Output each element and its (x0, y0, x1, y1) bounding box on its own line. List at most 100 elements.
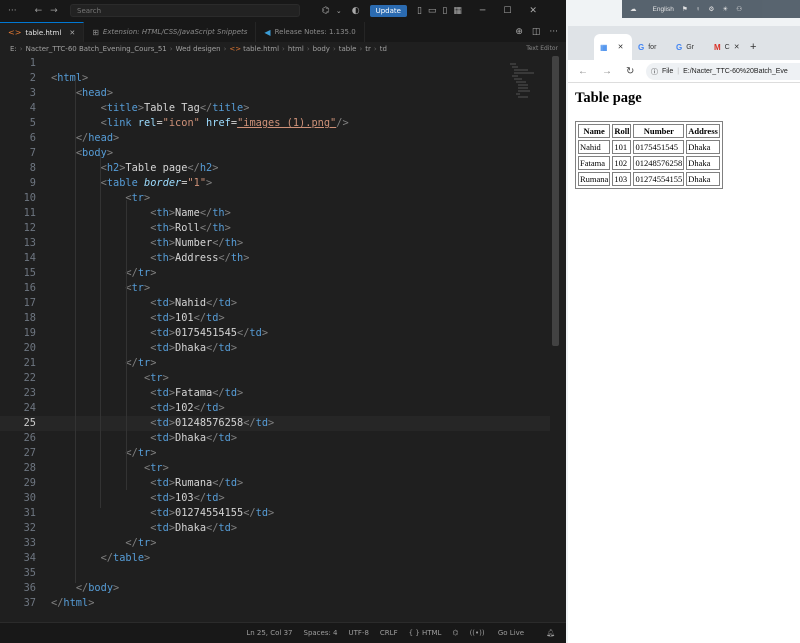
code-line[interactable]: 4 <title>Table Tag</title> (0, 101, 550, 116)
people-icon[interactable]: ⚇ (736, 5, 742, 13)
language-mode[interactable]: { } HTML (409, 629, 442, 637)
copilot-status-icon[interactable]: ⌬ (452, 629, 458, 637)
go-live-button[interactable]: ((•)) Go Live (470, 629, 536, 637)
code-line[interactable]: 24 <td>102</td> (0, 401, 550, 416)
code-line[interactable]: 22 <tr> (0, 371, 550, 386)
code-line[interactable]: 3 <head> (0, 86, 550, 101)
back-icon[interactable]: ← (578, 66, 588, 77)
flag-icon[interactable]: ⚑ (682, 5, 688, 13)
breadcrumb-item[interactable]: Wed desigen (176, 45, 221, 53)
browser-tab-google[interactable]: G for (638, 34, 656, 60)
tab-table-html[interactable]: <> table.html ✕ (0, 22, 85, 42)
menu-icon[interactable]: ··· (8, 6, 17, 16)
chevron-down-icon[interactable]: ⌄ (336, 7, 342, 15)
browser-tab-gmail[interactable]: M C ✕ (714, 34, 740, 60)
code-line[interactable]: 12 <th>Roll</th> (0, 221, 550, 236)
code-line[interactable]: 34 </table> (0, 551, 550, 566)
code-line[interactable]: 26 <td>Dhaka</td> (0, 431, 550, 446)
breadcrumb-item[interactable]: td (380, 45, 387, 53)
code-editor[interactable]: 1 2 <html> 3 <head> 4 <title>Table Tag</titl… (0, 56, 566, 622)
browser-tab-current[interactable]: ▦ ✕ (594, 34, 632, 60)
code-line[interactable]: 9 <table border="1"> (0, 176, 550, 191)
close-tab-icon[interactable]: ✕ (618, 43, 624, 51)
forward-icon[interactable]: → (602, 66, 612, 77)
breadcrumb-item[interactable]: table (339, 45, 357, 53)
code-line[interactable]: 8 <h2>Table page</h2> (0, 161, 550, 176)
toggle-secondary-sidebar-icon[interactable]: ▯ (442, 6, 447, 16)
code-line[interactable]: 36 </body> (0, 581, 550, 596)
reload-icon[interactable]: ↻ (626, 66, 634, 77)
tab-release-notes[interactable]: ◀ Release Notes: 1.135.0 (256, 22, 365, 42)
forward-arrow-icon[interactable]: → (50, 6, 58, 16)
breadcrumb-item[interactable]: html (288, 45, 304, 53)
breadcrumb-item[interactable]: tr (365, 45, 371, 53)
code-line[interactable]: 13 <th>Number</th> (0, 236, 550, 251)
code-line[interactable]: 31 <td>01274554155</td> (0, 506, 550, 521)
breadcrumb-item[interactable]: Nacter_TTC-60 Batch_Evening_Cours_51 (26, 45, 167, 53)
cursor-position[interactable]: Ln 25, Col 37 (246, 629, 292, 637)
breadcrumb-item[interactable]: E: (10, 45, 17, 53)
code-line[interactable]: 35 (0, 566, 550, 581)
accounts-icon[interactable]: ◐ (352, 6, 360, 16)
breadcrumb-item[interactable]: table.html (243, 45, 279, 53)
code-line[interactable]: 1 (0, 56, 550, 71)
encoding[interactable]: UTF-8 (349, 629, 369, 637)
toggle-panel-icon[interactable]: ▭ (428, 6, 437, 16)
command-search-input[interactable]: Search (70, 4, 300, 17)
maximize-icon[interactable]: ☐ (503, 6, 511, 16)
code-line[interactable]: 32 <td>Dhaka</td> (0, 521, 550, 536)
new-tab-button[interactable]: + (750, 34, 756, 60)
line-number: 13 (23, 237, 36, 249)
breadcrumb-item[interactable]: body (313, 45, 330, 53)
code-text: <td>Rumana</td> (150, 477, 244, 489)
code-line[interactable]: 2 <html> (0, 71, 550, 86)
code-line[interactable]: 10 <tr> (0, 191, 550, 206)
language-indicator[interactable]: English (653, 6, 674, 13)
code-line[interactable]: 17 <td>Nahid</td> (0, 296, 550, 311)
code-line[interactable]: 25 <td>01248576258</td> (0, 416, 550, 431)
code-line[interactable]: 33 </tr> (0, 536, 550, 551)
code-line[interactable]: 37 </html> (0, 596, 550, 611)
code-line[interactable]: 27 </tr> (0, 446, 550, 461)
sun-icon[interactable]: ☀ (722, 5, 728, 13)
browser-tab-google-2[interactable]: G Gr (676, 34, 694, 60)
app-icon[interactable]: ☁ (630, 5, 637, 13)
copilot-icon[interactable]: ⌬ (322, 6, 330, 16)
minimap[interactable] (508, 62, 536, 102)
editor-scrollbar[interactable] (552, 56, 559, 346)
more-actions-icon[interactable]: ··· (549, 27, 558, 37)
indentation[interactable]: Spaces: 4 (304, 629, 338, 637)
status-bar: Ln 25, Col 37 Spaces: 4 UTF-8 CRLF { } H… (0, 622, 566, 643)
update-button[interactable]: Update (369, 5, 407, 17)
settings-icon[interactable]: ⚙ (709, 5, 715, 13)
code-line[interactable]: 23 <td>Fatama</td> (0, 386, 550, 401)
bell-icon[interactable]: 🔔︎ (546, 629, 555, 637)
lamp-icon[interactable]: ♀ (696, 6, 701, 13)
close-icon[interactable]: ✕ (529, 6, 537, 16)
code-line[interactable]: 11 <th>Name</th> (0, 206, 550, 221)
tab-extension-snippets[interactable]: ⊞ Extension: HTML/CSS/JavaScript Snippet… (84, 22, 257, 42)
split-editor-icon[interactable]: ◫ (532, 27, 541, 37)
close-tab-icon[interactable]: ✕ (69, 29, 75, 37)
code-line[interactable]: 6 </head> (0, 131, 550, 146)
back-arrow-icon[interactable]: ← (35, 6, 43, 16)
code-line[interactable]: 14 <th>Address</th> (0, 251, 550, 266)
code-line[interactable]: 18 <td>101</td> (0, 311, 550, 326)
code-line[interactable]: 30 <td>103</td> (0, 491, 550, 506)
code-line[interactable]: 21 </tr> (0, 356, 550, 371)
code-line[interactable]: 28 <tr> (0, 461, 550, 476)
code-line[interactable]: 16 <tr> (0, 281, 550, 296)
code-line[interactable]: 15 </tr> (0, 266, 550, 281)
end-of-line[interactable]: CRLF (380, 629, 398, 637)
code-line[interactable]: 20 <td>Dhaka</td> (0, 341, 550, 356)
code-line[interactable]: 29 <td>Rumana</td> (0, 476, 550, 491)
code-line[interactable]: 5 <link rel="icon" href="images (1).png"… (0, 116, 550, 131)
open-preview-icon[interactable]: ⊕ (515, 27, 523, 37)
code-line[interactable]: 19 <td>0175451545</td> (0, 326, 550, 341)
layout-icon[interactable]: ▦ (453, 6, 462, 16)
code-line[interactable]: 7 <body> (0, 146, 550, 161)
minimize-icon[interactable]: ─ (480, 6, 485, 16)
toggle-sidebar-icon[interactable]: ▯ (417, 6, 422, 16)
address-bar[interactable]: ⓘ File | E:/Nacter_TTC-60%20Batch_Eve (646, 63, 800, 80)
close-tab-icon[interactable]: ✕ (734, 43, 740, 51)
